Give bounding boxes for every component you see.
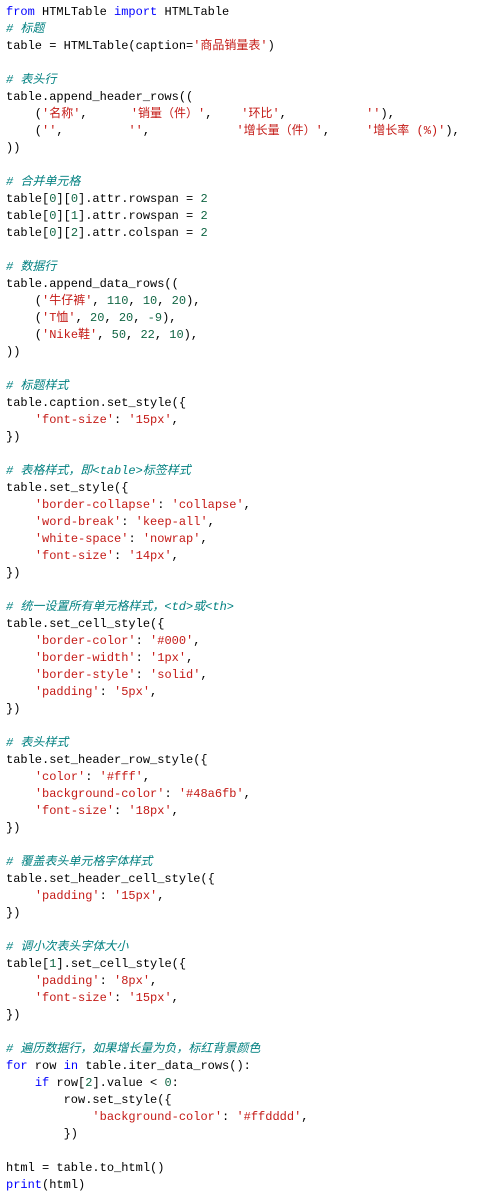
line: table.set_style({ xyxy=(6,481,128,495)
line: table = HTMLTable(caption='商品销量表') xyxy=(6,39,275,53)
line: }) xyxy=(6,430,20,444)
comment: # 表头样式 xyxy=(6,736,68,750)
line: table[0][0].attr.rowspan = 2 xyxy=(6,192,208,206)
line: ('', '', '增长量（件）', '增长率 (%)'), xyxy=(6,124,460,138)
line: table.set_cell_style({ xyxy=(6,617,164,631)
line: table[0][2].attr.colspan = 2 xyxy=(6,226,208,240)
comment: # 覆盖表头单元格字体样式 xyxy=(6,855,152,869)
line: table.caption.set_style({ xyxy=(6,396,186,410)
line: 'font-size': '15px', xyxy=(6,413,179,427)
line: 'border-color': '#000', xyxy=(6,634,200,648)
comment: # 标题样式 xyxy=(6,379,68,393)
line: )) xyxy=(6,345,20,359)
line: }) xyxy=(6,702,20,716)
line: table.set_header_row_style({ xyxy=(6,753,208,767)
comment: # 标题 xyxy=(6,22,44,36)
line: 'background-color': '#ffdddd', xyxy=(6,1110,308,1124)
line: }) xyxy=(6,1008,20,1022)
comment: # 表头行 xyxy=(6,73,56,87)
builtin-print: print xyxy=(6,1178,42,1192)
line: }) xyxy=(6,1127,78,1141)
line: 'font-size': '14px', xyxy=(6,549,179,563)
line: table.append_data_rows(( xyxy=(6,277,179,291)
line: 'padding': '15px', xyxy=(6,889,164,903)
comment: # 数据行 xyxy=(6,260,56,274)
comment: # 调小次表头字体大小 xyxy=(6,940,128,954)
line: 'font-size': '18px', xyxy=(6,804,179,818)
keyword-from: from xyxy=(6,5,35,19)
line: ('Nike鞋', 50, 22, 10), xyxy=(6,328,198,342)
string: '商品销量表' xyxy=(193,39,267,53)
line: 'word-break': 'keep-all', xyxy=(6,515,215,529)
line: }) xyxy=(6,821,20,835)
line: print(html) xyxy=(6,1178,85,1192)
line: table.append_header_rows(( xyxy=(6,90,193,104)
line: table.set_header_cell_style({ xyxy=(6,872,215,886)
comment: # 表格样式，即<table>标签样式 xyxy=(6,464,191,478)
line: if row[2].value < 0: xyxy=(6,1076,179,1090)
line: table[1].set_cell_style({ xyxy=(6,957,186,971)
line: }) xyxy=(6,906,20,920)
keyword-if: if xyxy=(35,1076,49,1090)
line: table[0][1].attr.rowspan = 2 xyxy=(6,209,208,223)
line: ('T恤', 20, 20, -9), xyxy=(6,311,176,325)
keyword-for: for xyxy=(6,1059,28,1073)
comment: # 遍历数据行，如果增长量为负，标红背景颜色 xyxy=(6,1042,260,1056)
comment: # 统一设置所有单元格样式，<td>或<th> xyxy=(6,600,234,614)
line: for row in table.iter_data_rows(): xyxy=(6,1059,251,1073)
line: )) xyxy=(6,141,20,155)
line: html = table.to_html() xyxy=(6,1161,164,1175)
keyword-import: import xyxy=(114,5,157,19)
line: 'padding': '8px', xyxy=(6,974,157,988)
line: 'border-collapse': 'collapse', xyxy=(6,498,251,512)
line: ('牛仔裤', 110, 10, 20), xyxy=(6,294,200,308)
line: 'padding': '5px', xyxy=(6,685,157,699)
line: 'color': '#fff', xyxy=(6,770,150,784)
line: row.set_style({ xyxy=(6,1093,172,1107)
line: 'background-color': '#48a6fb', xyxy=(6,787,251,801)
line: 'border-style': 'solid', xyxy=(6,668,208,682)
line: 'white-space': 'nowrap', xyxy=(6,532,208,546)
code-block: from HTMLTable import HTMLTable # 标题 tab… xyxy=(0,0,500,1198)
line: }) xyxy=(6,566,20,580)
line: ('名称', '销量（件）', '环比', ''), xyxy=(6,107,395,121)
line: from HTMLTable import HTMLTable xyxy=(6,5,229,19)
keyword-in: in xyxy=(64,1059,78,1073)
comment: # 合并单元格 xyxy=(6,175,80,189)
line: 'border-width': '1px', xyxy=(6,651,193,665)
line: 'font-size': '15px', xyxy=(6,991,179,1005)
